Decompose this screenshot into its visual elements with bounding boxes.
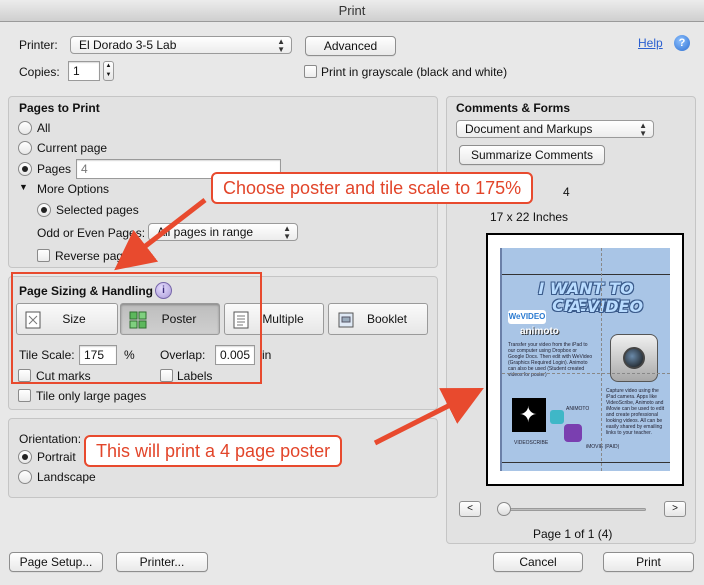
arrow-to-tile-scale — [114, 198, 207, 271]
arrow-to-preview — [373, 387, 484, 446]
annotation-arrows — [114, 198, 484, 446]
callout-four-page: This will print a 4 page poster — [84, 435, 343, 467]
callout-tile-scale: Choose poster and tile scale to 175% — [211, 172, 534, 204]
